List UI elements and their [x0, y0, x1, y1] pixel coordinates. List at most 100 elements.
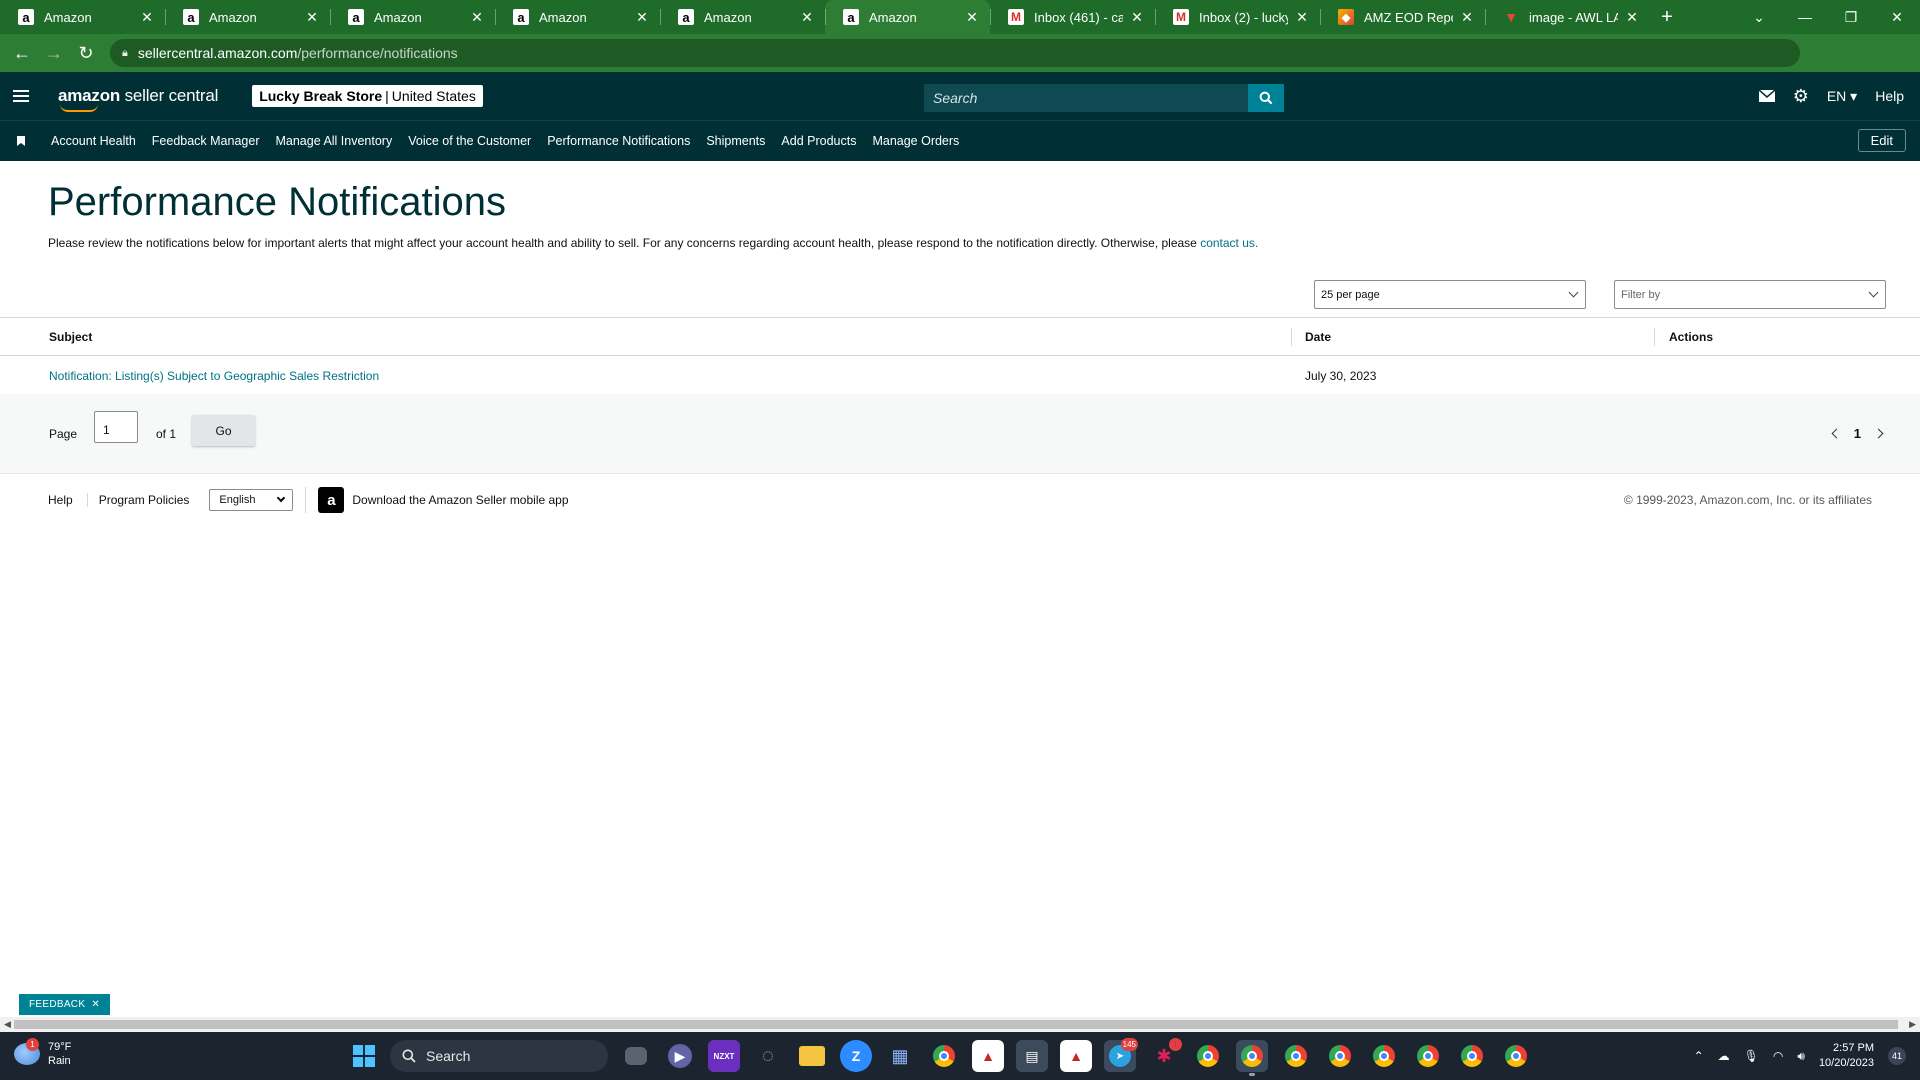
chrome-profile-icon[interactable] — [1192, 1040, 1224, 1072]
browser-tab[interactable]: M Inbox (2) - luckyb ✕ — [1155, 0, 1320, 34]
browser-tab[interactable]: a Amazon ✕ — [495, 0, 660, 34]
close-icon[interactable]: ✕ — [799, 9, 815, 26]
search-button[interactable] — [1248, 84, 1284, 112]
close-icon[interactable]: ✕ — [469, 9, 485, 26]
nav-item-account-health[interactable]: Account Health — [51, 134, 136, 148]
close-icon[interactable]: ✕ — [1294, 9, 1310, 26]
calculator-icon[interactable]: ▤ — [1016, 1040, 1048, 1072]
edit-button[interactable]: Edit — [1857, 129, 1906, 152]
slack-icon[interactable]: ✱ 1 — [1148, 1038, 1182, 1072]
microphone-icon[interactable]: 🎙︎ — [1744, 1049, 1759, 1063]
close-icon[interactable]: ✕ — [304, 9, 320, 26]
close-icon[interactable]: ✕ — [1129, 9, 1145, 26]
browser-tab[interactable]: ▼ image - AWL LABI ✕ — [1485, 0, 1650, 34]
search-input[interactable] — [924, 84, 1248, 112]
browser-tab[interactable]: M Inbox (461) - cabi ✕ — [990, 0, 1155, 34]
chrome-profile-icon[interactable] — [1500, 1040, 1532, 1072]
address-bar[interactable]: 🔒︎ sellercentral.amazon.com/performance/… — [110, 39, 1800, 67]
filter-select[interactable]: Filter by — [1614, 280, 1886, 309]
program-policies-link[interactable]: Program Policies — [86, 493, 189, 507]
weather-widget[interactable]: 1 79°F Rain — [14, 1038, 71, 1068]
page-number-input[interactable] — [94, 411, 138, 443]
nav-item-voice-of-the-customer[interactable]: Voice of the Customer — [408, 134, 531, 148]
chevron-right-icon[interactable] — [1873, 428, 1884, 439]
scroll-right-icon[interactable]: ▶ — [1909, 1019, 1916, 1030]
nav-item-manage-all-inventory[interactable]: Manage All Inventory — [275, 134, 392, 148]
footer-language-select[interactable]: English — [209, 489, 294, 511]
footer-help-link[interactable]: Help — [48, 493, 73, 507]
column-header-date[interactable]: Date — [1305, 330, 1331, 344]
volume-icon[interactable]: 🔊︎ — [1797, 1049, 1805, 1064]
close-icon[interactable]: ✕ — [634, 9, 650, 26]
browser-tab[interactable]: a Amazon ✕ — [660, 0, 825, 34]
scrollbar-thumb[interactable] — [14, 1020, 1898, 1029]
minimize-button[interactable]: — — [1782, 0, 1828, 34]
report-app-icon[interactable]: ▲ — [972, 1040, 1004, 1072]
store-switcher[interactable]: Lucky Break Store | United States — [252, 85, 483, 107]
seller-central-logo[interactable]: amazon seller central — [58, 86, 218, 112]
taskbar-clock[interactable]: 2:57 PM 10/20/2023 — [1819, 1041, 1874, 1071]
chrome-profile-icon[interactable] — [1412, 1040, 1444, 1072]
chevron-left-icon[interactable] — [1831, 428, 1842, 439]
close-icon[interactable]: ✕ — [91, 999, 100, 1010]
browser-tab[interactable]: a Amazon ✕ — [165, 0, 330, 34]
app-ring-icon[interactable]: ◌ — [752, 1040, 784, 1072]
mail-icon[interactable] — [1758, 90, 1775, 102]
browser-tab[interactable]: a Amazon ✕ — [0, 0, 165, 34]
bookmark-icon[interactable] — [17, 136, 25, 146]
back-button[interactable]: ← — [6, 37, 38, 69]
nav-item-performance-notifications[interactable]: Performance Notifications — [547, 134, 690, 148]
calendar-app-icon[interactable]: ▦ — [884, 1040, 916, 1072]
windows-start-icon[interactable] — [353, 1045, 375, 1067]
nzxt-cam-icon[interactable]: NZXT — [708, 1040, 740, 1072]
go-button[interactable]: Go — [192, 415, 255, 446]
report-app-icon-2[interactable]: ▲ — [1060, 1040, 1092, 1072]
feedback-button[interactable]: FEEDBACK ✕ — [19, 994, 110, 1015]
mobile-app-link[interactable]: a Download the Amazon Seller mobile app — [305, 487, 569, 513]
forward-button[interactable]: → — [38, 37, 70, 69]
teams-chat-icon[interactable]: ▶ — [668, 1044, 692, 1068]
scroll-left-icon[interactable]: ◀ — [4, 1019, 11, 1030]
browser-tab[interactable]: a Amazon ✕ — [330, 0, 495, 34]
column-header-subject[interactable]: Subject — [49, 330, 92, 344]
nav-item-manage-orders[interactable]: Manage Orders — [872, 134, 959, 148]
file-explorer-icon[interactable] — [799, 1046, 825, 1066]
chrome-app-icon[interactable] — [928, 1040, 960, 1072]
language-selector[interactable]: EN ▾ — [1827, 88, 1857, 105]
reload-button[interactable]: ↻ — [70, 37, 102, 69]
nav-item-add-products[interactable]: Add Products — [781, 134, 856, 148]
gear-icon[interactable]: ⚙ — [1793, 87, 1809, 105]
taskbar-search[interactable]: Search — [390, 1040, 608, 1072]
help-link[interactable]: Help — [1875, 88, 1904, 104]
close-icon[interactable]: ✕ — [139, 9, 155, 26]
telegram-icon[interactable]: ➤ 145 — [1104, 1038, 1138, 1072]
tab-search-icon[interactable]: ⌄ — [1736, 0, 1782, 34]
tray-overflow-icon[interactable]: ⌃ — [1694, 1049, 1704, 1063]
chrome-profile-icon[interactable] — [1456, 1040, 1488, 1072]
task-view-icon[interactable] — [625, 1047, 647, 1065]
current-page-number[interactable]: 1 — [1854, 426, 1861, 441]
notification-count[interactable]: 41 — [1888, 1047, 1906, 1065]
onedrive-icon[interactable]: ☁ — [1718, 1049, 1730, 1063]
browser-tab[interactable]: ◆ AMZ EOD Report ✕ — [1320, 0, 1485, 34]
wifi-icon[interactable]: ◠ — [1773, 1049, 1783, 1063]
chrome-profile-icon[interactable] — [1324, 1040, 1356, 1072]
zoom-app-icon[interactable]: Z — [840, 1040, 872, 1072]
restore-button[interactable]: ❐ — [1828, 0, 1874, 34]
horizontal-scrollbar[interactable]: ◀ ▶ — [0, 1017, 1920, 1032]
hamburger-menu-icon[interactable] — [0, 90, 42, 102]
new-tab-button[interactable]: + — [1650, 0, 1684, 34]
close-window-button[interactable]: ✕ — [1874, 0, 1920, 34]
chrome-profile-icon[interactable] — [1368, 1040, 1400, 1072]
contact-us-link[interactable]: contact us. — [1200, 236, 1258, 250]
browser-tab-active[interactable]: a Amazon ✕ — [825, 0, 990, 34]
chrome-profile-icon[interactable] — [1280, 1040, 1312, 1072]
close-icon[interactable]: ✕ — [1624, 9, 1640, 26]
close-icon[interactable]: ✕ — [964, 9, 980, 26]
chrome-profile-icon[interactable] — [1236, 1040, 1268, 1076]
nav-item-feedback-manager[interactable]: Feedback Manager — [152, 134, 260, 148]
per-page-select[interactable]: 25 per page — [1314, 280, 1586, 309]
close-icon[interactable]: ✕ — [1459, 9, 1475, 26]
notification-subject-link[interactable]: Notification: Listing(s) Subject to Geog… — [49, 369, 379, 383]
nav-item-shipments[interactable]: Shipments — [706, 134, 765, 148]
